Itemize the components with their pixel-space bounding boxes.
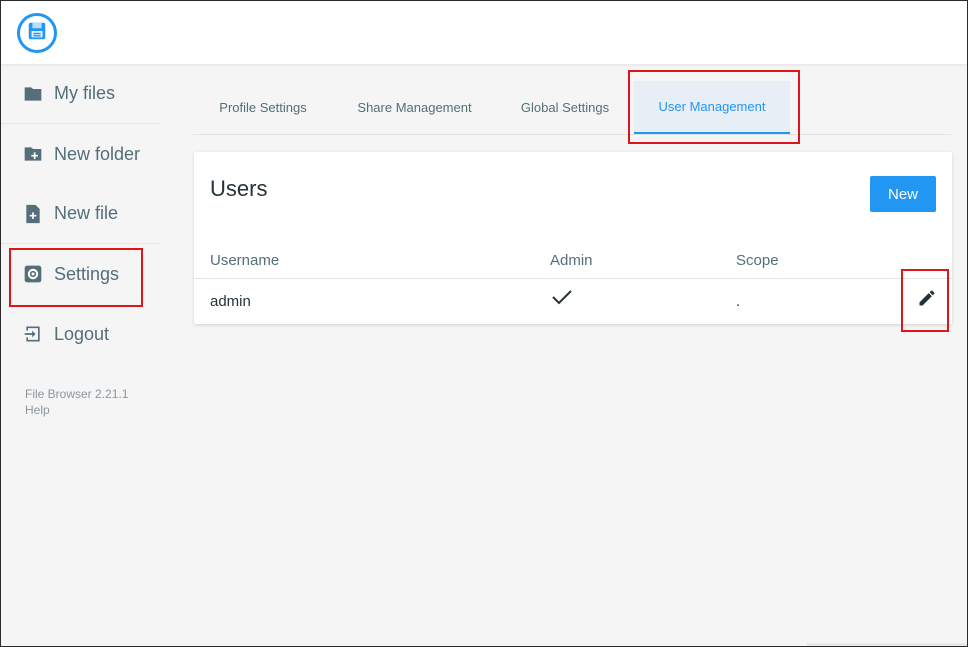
- column-header-scope: Scope: [736, 252, 779, 269]
- username-cell: admin: [210, 293, 251, 310]
- sidebar-item-settings[interactable]: Settings: [1, 244, 161, 304]
- sidebar-item-label: Settings: [54, 263, 120, 284]
- sidebar-item-new-file[interactable]: New file: [1, 184, 161, 244]
- users-title: Users: [210, 176, 268, 201]
- new-user-button[interactable]: New: [870, 176, 936, 212]
- column-header-username: Username: [210, 252, 280, 269]
- note-add-icon: [23, 204, 43, 224]
- settings-tabs: Profile Settings Share Management Global…: [193, 81, 951, 135]
- column-header-admin: Admin: [550, 252, 593, 269]
- version-text: File Browser 2.21.1: [25, 387, 129, 401]
- help-link[interactable]: Help: [25, 402, 161, 418]
- app-logo[interactable]: [17, 13, 57, 53]
- create-new-folder-icon: [23, 144, 43, 164]
- tab-profile-settings[interactable]: Profile Settings: [193, 81, 333, 134]
- folder-icon: [23, 84, 43, 104]
- floppy-disk-icon: [26, 20, 48, 47]
- top-header: [1, 1, 967, 64]
- exit-icon: [23, 324, 43, 344]
- tab-user-management[interactable]: User Management: [634, 81, 790, 134]
- sidebar-item-label: New file: [54, 203, 119, 223]
- edit-user-button[interactable]: [912, 285, 942, 315]
- table-divider: [194, 278, 952, 279]
- sidebar-item-label: My files: [54, 83, 116, 103]
- sidebar-item-my-files[interactable]: My files: [1, 64, 161, 124]
- tab-global-settings[interactable]: Global Settings: [496, 81, 634, 134]
- sidebar-item-logout[interactable]: Logout: [1, 304, 161, 364]
- users-card: Users New Username Admin Scope admin .: [194, 152, 952, 324]
- sidebar-item-label: Logout: [54, 323, 110, 344]
- settings-icon: [23, 264, 43, 284]
- sidebar: My files New folder New file Settings Lo…: [1, 64, 161, 418]
- scope-cell: .: [736, 293, 741, 310]
- tab-share-management[interactable]: Share Management: [333, 81, 496, 134]
- check-icon: [552, 289, 572, 309]
- sidebar-item-new-folder[interactable]: New folder: [1, 124, 161, 184]
- sidebar-footer: File Browser 2.21.1 Help: [1, 364, 161, 418]
- sidebar-item-label: New folder: [54, 143, 141, 164]
- pencil-icon: [917, 288, 937, 313]
- bottom-edge-artifact: [807, 643, 967, 646]
